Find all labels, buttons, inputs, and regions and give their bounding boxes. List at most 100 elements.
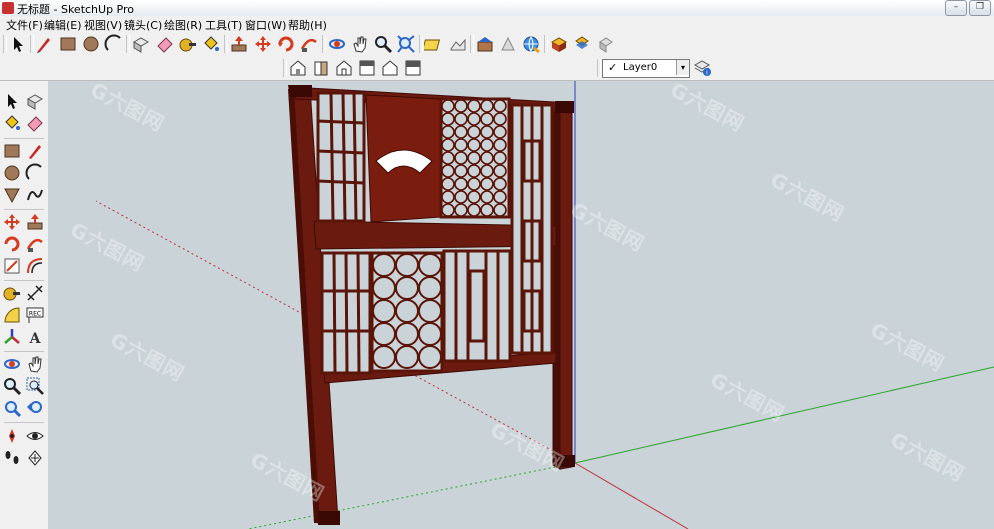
layer-dropdown[interactable]: ✓ Layer0 ▾	[602, 59, 690, 78]
offset-tool-icon[interactable]	[25, 256, 45, 276]
zoom-extents-icon[interactable]	[396, 34, 416, 54]
toolbar-separator	[470, 35, 474, 53]
minimize-button[interactable]: –	[945, 0, 967, 16]
get-models-globe-icon[interactable]	[521, 34, 541, 54]
views-layers-toolbar: i	[0, 56, 994, 81]
red-axis-line	[574, 462, 689, 529]
menu-file[interactable]: 文件(F)	[6, 17, 43, 33]
restore-button[interactable]: ❐	[969, 0, 991, 16]
circle-tool-icon[interactable]	[81, 34, 101, 54]
menu-bar: 文件(F) 编辑(E) 视图(V) 镜头(C) 绘图(R) 工具(T) 窗口(W…	[0, 16, 994, 33]
pencil-line-icon[interactable]	[25, 141, 45, 161]
select-arrow-icon[interactable]	[2, 91, 22, 111]
polygon-tool-icon[interactable]	[2, 185, 22, 205]
section-plane-icon[interactable]	[25, 448, 45, 468]
pencil-line-icon[interactable]	[34, 34, 54, 54]
move-tool-icon[interactable]	[253, 34, 273, 54]
zoom-icon[interactable]	[2, 376, 22, 396]
left-view-icon[interactable]	[403, 58, 423, 78]
push-pull-icon[interactable]	[25, 212, 45, 232]
paint-bucket-icon[interactable]	[201, 34, 221, 54]
right-view-icon[interactable]	[357, 58, 377, 78]
layer-manager-icon[interactable]: i	[692, 57, 712, 77]
front-view-icon[interactable]	[334, 58, 354, 78]
3d-warehouse-icon[interactable]	[475, 34, 495, 54]
add-location-icon[interactable]	[424, 34, 444, 54]
toggle-terrain-icon[interactable]	[448, 34, 468, 54]
tape-measure-icon[interactable]	[2, 283, 22, 303]
follow-me-icon[interactable]	[299, 34, 319, 54]
window-controls: – ❐	[945, 0, 991, 16]
large-tool-set: REC A	[0, 81, 49, 529]
paint-bucket-icon[interactable]	[2, 113, 22, 133]
tool-separator	[4, 280, 44, 281]
menu-draw[interactable]: 绘图(R)	[164, 17, 202, 33]
rectangle-tool-icon[interactable]	[2, 141, 22, 161]
zoom-icon[interactable]	[373, 34, 393, 54]
3d-text-icon[interactable]: A	[25, 327, 45, 347]
menu-help[interactable]: 帮助(H)	[288, 17, 327, 33]
toolbar-separator	[419, 35, 423, 53]
scale-tool-icon[interactable]	[2, 256, 22, 276]
back-view-icon[interactable]	[380, 58, 400, 78]
arc-tool-icon[interactable]	[25, 163, 45, 183]
follow-me-icon[interactable]	[25, 234, 45, 254]
look-around-eye-icon[interactable]	[25, 426, 45, 446]
toolbar-separator	[544, 35, 548, 53]
dynamic-components-icon[interactable]	[572, 34, 592, 54]
select-arrow-icon[interactable]	[8, 34, 28, 54]
extension-warehouse-icon[interactable]	[549, 34, 569, 54]
make-component-icon[interactable]	[131, 34, 151, 54]
menu-tools[interactable]: 工具(T)	[205, 17, 242, 33]
position-camera-icon[interactable]	[2, 426, 22, 446]
zoom-extents-icon[interactable]	[2, 398, 22, 418]
model-viewport[interactable]: G六图网 G六图网 G六图网 G六图网 G六图网 G六图网 G六图网 G六图网 …	[48, 81, 994, 529]
tool-separator	[4, 351, 44, 352]
toolbar-separator	[224, 35, 228, 53]
toolbar-grip	[283, 59, 287, 77]
tool-separator	[4, 422, 44, 423]
menu-window[interactable]: 窗口(W)	[245, 17, 286, 33]
svg-text:A: A	[29, 331, 42, 347]
push-pull-icon[interactable]	[229, 34, 249, 54]
freehand-icon[interactable]	[25, 185, 45, 205]
zoom-window-icon[interactable]	[25, 376, 45, 396]
iso-view-icon[interactable]	[288, 58, 308, 78]
axes-tool-icon[interactable]	[2, 327, 22, 347]
layer-active-check: ✓	[608, 61, 618, 74]
rectangle-tool-icon[interactable]	[58, 34, 78, 54]
pan-hand-icon[interactable]	[25, 354, 45, 374]
rotate-tool-icon[interactable]	[2, 234, 22, 254]
top-view-icon[interactable]	[311, 58, 331, 78]
tape-measure-icon[interactable]	[178, 34, 198, 54]
make-component-icon[interactable]	[25, 91, 45, 111]
walk-footprints-icon[interactable]	[2, 448, 22, 468]
component-options-icon[interactable]	[596, 34, 616, 54]
chevron-down-icon[interactable]: ▾	[676, 60, 689, 75]
menu-view[interactable]: 视图(V)	[84, 17, 122, 33]
move-tool-icon[interactable]	[2, 212, 22, 232]
toolbar-separator	[322, 35, 326, 53]
circle-tool-icon[interactable]	[2, 163, 22, 183]
eraser-icon[interactable]	[155, 34, 175, 54]
scene-canvas	[95, 81, 994, 529]
dimension-tool-icon[interactable]	[25, 283, 45, 303]
tool-separator	[4, 138, 44, 139]
rotate-tool-icon[interactable]	[276, 34, 296, 54]
orbit-icon[interactable]	[2, 354, 22, 374]
protractor-icon[interactable]	[2, 305, 22, 325]
arc-tool-icon[interactable]	[104, 34, 124, 54]
sketchup-app-icon	[2, 2, 14, 14]
toolbar-grip	[3, 35, 7, 53]
menu-camera[interactable]: 镜头(C)	[124, 17, 162, 33]
text-tool-icon[interactable]: REC	[25, 305, 45, 325]
orbit-icon[interactable]	[327, 34, 347, 54]
previous-view-icon[interactable]	[25, 398, 45, 418]
share-model-icon[interactable]	[498, 34, 518, 54]
svg-text:REC: REC	[29, 311, 41, 318]
pan-hand-icon[interactable]	[350, 34, 370, 54]
green-axis-dotted-line	[247, 462, 576, 529]
eraser-icon[interactable]	[25, 113, 45, 133]
menu-edit[interactable]: 编辑(E)	[44, 17, 82, 33]
wooden-screen-model[interactable]	[288, 85, 575, 525]
